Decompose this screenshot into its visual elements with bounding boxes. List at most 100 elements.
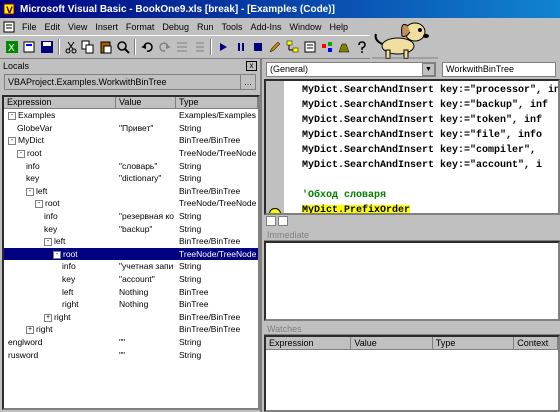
vba-app-icon[interactable]: V [2, 2, 16, 16]
copy-icon[interactable] [80, 38, 96, 56]
locals-row[interactable]: info "словарь" String [4, 159, 258, 172]
call-stack-button[interactable]: … [240, 75, 255, 89]
locals-row[interactable]: - root TreeNode/TreeNode [4, 247, 258, 261]
watch-column-expression[interactable]: Expression [266, 337, 352, 349]
expand-icon[interactable]: + [44, 313, 52, 322]
menu-edit[interactable]: Edit [41, 22, 65, 32]
save-icon[interactable] [39, 38, 55, 56]
locals-row[interactable]: + right BinTree/BinTree [4, 311, 258, 324]
code-line[interactable]: MyDict.SearchAndInsert key:="processor",… [302, 85, 558, 96]
column-value[interactable]: Value [116, 97, 176, 108]
locals-row[interactable]: key "backup" String [4, 222, 258, 235]
menu-insert[interactable]: Insert [91, 22, 122, 32]
column-type[interactable]: Type [176, 97, 258, 108]
paste-icon[interactable] [97, 38, 113, 56]
menu-run[interactable]: Run [193, 22, 218, 32]
menu-addins[interactable]: Add-Ins [246, 22, 285, 32]
immediate-input[interactable] [264, 241, 560, 321]
project-explorer-icon[interactable] [284, 38, 300, 56]
office-assistant-dog-icon[interactable] [370, 10, 440, 62]
locals-row[interactable]: rusword "" String [4, 348, 258, 361]
watch-column-type[interactable]: Type [433, 337, 515, 349]
collapse-icon[interactable]: - [17, 149, 25, 158]
menu-view[interactable]: View [64, 22, 91, 32]
code-line[interactable]: 'Обход словаря [302, 190, 386, 201]
indent-icon[interactable] [174, 38, 190, 56]
properties-icon[interactable] [302, 38, 318, 56]
undo-icon[interactable] [139, 38, 155, 56]
row-expression: right [62, 299, 79, 310]
locals-row[interactable]: - root TreeNode/TreeNode [4, 197, 258, 210]
collapse-icon[interactable]: - [53, 250, 61, 259]
locals-close-button[interactable]: x [246, 60, 257, 71]
object-combo-value: (General) [270, 64, 309, 74]
collapse-icon[interactable]: - [8, 112, 16, 121]
collapse-icon[interactable]: - [44, 237, 52, 246]
menu-format[interactable]: Format [122, 22, 159, 32]
locals-row[interactable]: - MyDict BinTree/BinTree [4, 134, 258, 147]
watches-title: Watches [264, 323, 560, 335]
locals-row[interactable]: info "резервная ко String [4, 210, 258, 223]
code-margin[interactable] [266, 81, 284, 213]
row-expression: left [62, 286, 74, 297]
procedure-combo[interactable]: WorkwithBinTree [442, 61, 556, 77]
menu-debug[interactable]: Debug [158, 22, 193, 32]
watch-column-value[interactable]: Value [351, 337, 433, 349]
locals-row[interactable]: - left BinTree/BinTree [4, 235, 258, 248]
locals-context[interactable]: VBAProject.Examples.WorkwithBinTree … [4, 74, 256, 90]
design-mode-icon[interactable] [267, 38, 283, 56]
menu-file[interactable]: File [18, 22, 41, 32]
chevron-down-icon[interactable]: ▼ [422, 62, 435, 76]
menu-window[interactable]: Window [286, 22, 326, 32]
code-line[interactable]: MyDict.SearchAndInsert key:="token", inf [302, 115, 542, 126]
row-expression: right [54, 311, 71, 322]
locals-row[interactable]: info "учетная запи String [4, 260, 258, 273]
document-menu-icon[interactable] [2, 20, 16, 33]
insert-module-icon[interactable] [21, 38, 37, 56]
locals-row[interactable]: left Nothing BinTree [4, 285, 258, 298]
procedure-view-icon[interactable] [266, 216, 276, 226]
code-line[interactable]: MyDict.SearchAndInsert key:="compiler", [302, 145, 536, 156]
object-browser-icon[interactable] [319, 38, 335, 56]
locals-row[interactable]: - left BinTree/BinTree [4, 185, 258, 198]
object-combo[interactable]: (General) ▼ [266, 61, 436, 77]
redo-icon[interactable] [156, 38, 172, 56]
locals-row[interactable]: key "dictionary" String [4, 172, 258, 185]
row-expression: info [62, 261, 76, 272]
menu-help[interactable]: Help [326, 22, 353, 32]
code-line[interactable]: MyDict.SearchAndInsert key:="backup", in… [302, 100, 548, 111]
watches-table[interactable]: Expression Value Type Context [264, 335, 560, 412]
collapse-icon[interactable]: - [35, 200, 43, 209]
cut-icon[interactable] [63, 38, 79, 56]
full-module-view-icon[interactable] [278, 216, 288, 226]
locals-row[interactable]: GlobeVar "Привет" String [4, 122, 258, 135]
locals-row[interactable]: + right BinTree/BinTree [4, 323, 258, 336]
toolbox-icon[interactable] [336, 38, 352, 56]
collapse-icon[interactable]: - [8, 137, 16, 146]
reset-icon[interactable] [250, 38, 266, 56]
code-line[interactable]: MyDict.SearchAndInsert key:="file", info [302, 130, 542, 141]
watch-column-context[interactable]: Context [514, 337, 558, 349]
locals-table[interactable]: Expression Value Type - Examples Examples/… [2, 95, 260, 410]
locals-row[interactable]: englword "" String [4, 336, 258, 349]
column-expression[interactable]: Expression [4, 97, 116, 108]
run-icon[interactable] [215, 38, 231, 56]
locals-row[interactable]: - root TreeNode/TreeNode [4, 147, 258, 160]
locals-row[interactable]: right Nothing BinTree [4, 298, 258, 311]
break-icon[interactable] [233, 38, 249, 56]
row-expression: info [44, 211, 58, 222]
current-code-line[interactable]: MyDict.PrefixOrder [302, 205, 411, 213]
help-icon[interactable] [354, 38, 370, 56]
locals-row[interactable]: - Examples Examples/Examples [4, 109, 258, 122]
expand-icon[interactable]: + [26, 326, 34, 335]
code-editor[interactable]: MyDict.SearchAndInsert key:="processor",… [264, 79, 560, 215]
row-value: "" [119, 349, 126, 360]
outdent-icon[interactable] [191, 38, 207, 56]
locals-row[interactable]: key "account" String [4, 273, 258, 286]
row-expression: MyDict [18, 135, 44, 146]
code-line[interactable]: MyDict.SearchAndInsert key:="account", i [302, 160, 542, 171]
collapse-icon[interactable]: - [26, 187, 34, 196]
excel-icon[interactable]: X [4, 38, 20, 56]
menu-tools[interactable]: Tools [217, 22, 246, 32]
find-icon[interactable] [115, 38, 131, 56]
